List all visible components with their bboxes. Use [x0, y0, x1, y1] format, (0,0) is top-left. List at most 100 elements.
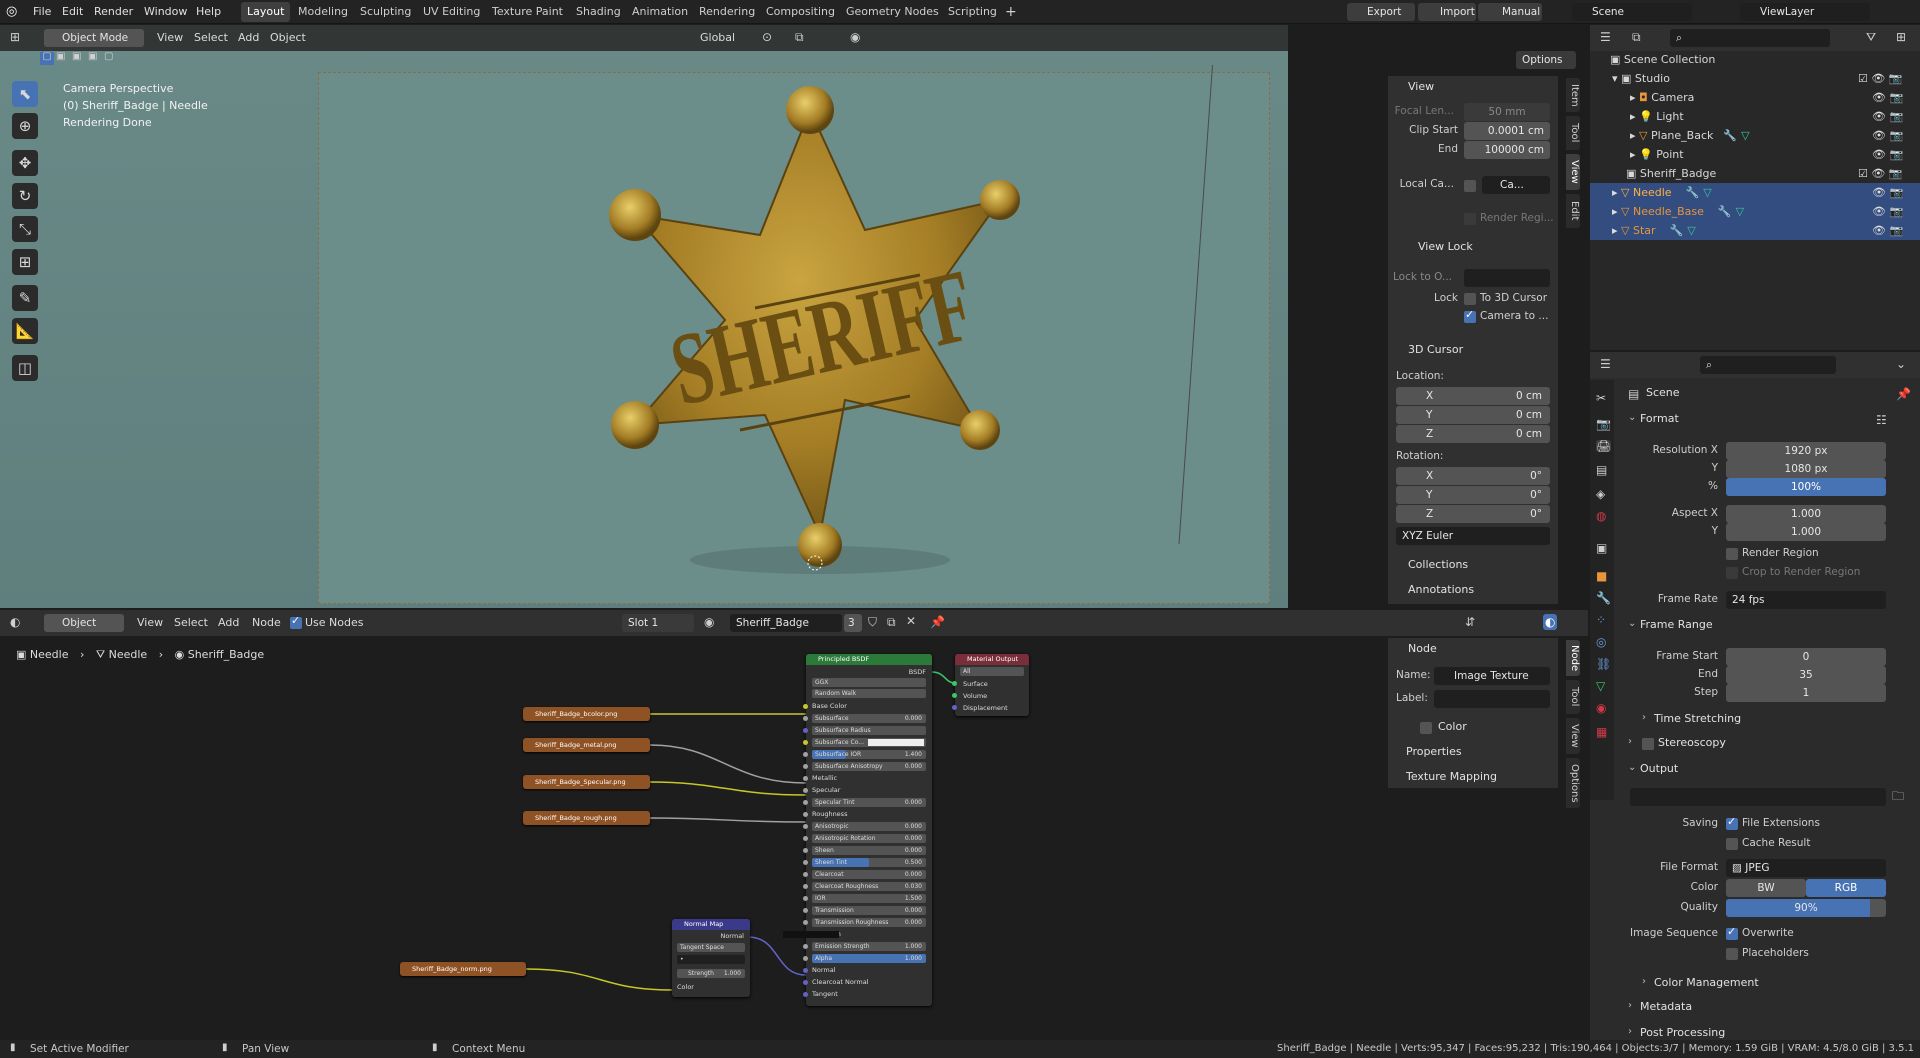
cursor-tool[interactable]: ⊕: [12, 113, 38, 139]
bsdf-input-socket[interactable]: [803, 992, 808, 997]
cursor-rot-y[interactable]: Y 0°: [1396, 486, 1550, 504]
bsdf-input-row[interactable]: Clearcoat Normal: [812, 978, 869, 986]
expand-icon[interactable]: ▸: [1612, 224, 1621, 237]
sidebar-tab-edit[interactable]: Edit: [1566, 194, 1580, 228]
node-color-checkbox[interactable]: [1420, 722, 1432, 734]
format-panel[interactable]: Format: [1640, 412, 1679, 425]
annotations-panel[interactable]: Annotations: [1408, 583, 1474, 596]
stereoscopy-arrow-icon[interactable]: ›: [1628, 736, 1632, 747]
placeholders-checkbox[interactable]: [1726, 948, 1738, 960]
row-visibility-toggles[interactable]: 👁 📷: [1858, 145, 1918, 164]
outliner-row-scene-collection[interactable]: ▣ Scene Collection: [1590, 50, 1920, 69]
local-camera-field[interactable]: Ca...: [1482, 176, 1550, 194]
local-camera-checkbox[interactable]: [1464, 180, 1476, 192]
bsdf-input-socket[interactable]: [803, 812, 808, 817]
material-output-node[interactable]: Material Output All Surface Volume Displ…: [952, 654, 1029, 716]
normal-map-node[interactable]: Normal Map Normal Tangent Space • Streng…: [672, 919, 750, 997]
frame-range-panel[interactable]: Frame Range: [1640, 618, 1713, 631]
bsdf-input-socket[interactable]: [803, 776, 808, 781]
bsdf-input-row[interactable]: Subsurface Radius: [812, 726, 926, 735]
snap-icon[interactable]: ⧉: [795, 31, 804, 43]
bsdf-input-row[interactable]: Roughness: [812, 810, 847, 818]
node-properties-panel[interactable]: Properties: [1406, 745, 1462, 758]
bsdf-input-row[interactable]: Emission: [782, 930, 841, 938]
tab-geometry-nodes[interactable]: Geometry Nodes: [840, 2, 945, 22]
bsdf-input-socket[interactable]: [803, 800, 808, 805]
select-intersect-icon[interactable]: ▢: [104, 52, 113, 62]
resolution-y-field[interactable]: 1080 px: [1726, 460, 1886, 478]
frame-range-arrow-icon[interactable]: ⌄: [1628, 618, 1636, 629]
color-management-panel[interactable]: Color Management: [1654, 976, 1759, 989]
cursor-loc-z[interactable]: Z 0 cm: [1396, 425, 1550, 443]
clip-start-field[interactable]: 0.0001 cm: [1464, 122, 1550, 140]
filter-icon[interactable]: ⛛: [1866, 31, 1876, 43]
image-texture-node-rough[interactable]: Sheriff_Badge_rough.png: [523, 811, 650, 825]
node-name-field[interactable]: Image Texture: [1434, 667, 1550, 685]
expand-icon[interactable]: ▸: [1612, 205, 1621, 218]
bsdf-input-row[interactable]: Transmission 0.000: [812, 906, 926, 915]
bsdf-input-row[interactable]: Transmission Roughness 0.000: [812, 918, 926, 927]
output-target[interactable]: All: [960, 667, 1024, 676]
bsdf-input-row[interactable]: Sheen Tint 0.500: [812, 858, 926, 867]
output-socket[interactable]: [952, 681, 957, 686]
output-socket[interactable]: [952, 693, 957, 698]
bsdf-input-row[interactable]: Anisotropic 0.000: [812, 822, 926, 831]
color-bw-button[interactable]: BW: [1726, 879, 1806, 897]
normal-map-strength[interactable]: Strength 1.000: [677, 969, 745, 978]
node-snap-icon[interactable]: ⇵: [1465, 616, 1475, 628]
object-tab-icon[interactable]: ■: [1596, 570, 1607, 582]
node-tab-node[interactable]: Node: [1566, 640, 1580, 676]
node-color-panel[interactable]: Color: [1438, 720, 1467, 733]
camera-to-view-checkbox[interactable]: [1464, 308, 1476, 323]
import-button[interactable]: Import: [1418, 3, 1476, 21]
metadata-arrow-icon[interactable]: ›: [1628, 1000, 1632, 1011]
sidebar-tab-tool[interactable]: Tool: [1566, 116, 1580, 150]
menu-edit[interactable]: Edit: [62, 0, 83, 24]
particles-tab-icon[interactable]: ⁘: [1596, 614, 1606, 626]
viewport-menu-select[interactable]: Select: [194, 29, 228, 47]
output-panel[interactable]: Output: [1640, 762, 1678, 775]
physics-tab-icon[interactable]: ◎: [1596, 636, 1606, 648]
output-tab-icon[interactable]: 🖨: [1596, 440, 1612, 452]
post-arrow-icon[interactable]: ›: [1628, 1026, 1632, 1037]
row-visibility-toggles[interactable]: 👁 📷: [1858, 221, 1918, 240]
cursor-loc-y[interactable]: Y 0 cm: [1396, 406, 1550, 424]
proportional-edit-icon[interactable]: ◉: [850, 31, 860, 43]
expand-icon[interactable]: ▸: [1630, 91, 1639, 104]
scene-selector[interactable]: Scene: [1572, 3, 1692, 21]
properties-type-icon[interactable]: ☰: [1600, 358, 1611, 370]
view-panel-title[interactable]: View: [1408, 80, 1434, 93]
sidebar-tab-view[interactable]: View: [1566, 154, 1580, 190]
new-collection-icon[interactable]: ⊞: [1896, 31, 1906, 43]
bsdf-input-socket[interactable]: [803, 764, 808, 769]
add-cube-tool[interactable]: ◫: [12, 355, 38, 381]
options-button[interactable]: Options: [1516, 51, 1576, 69]
bsdf-input-socket[interactable]: [803, 980, 808, 985]
bsdf-input-socket[interactable]: [803, 956, 808, 961]
expand-icon[interactable]: ▸: [1630, 110, 1639, 123]
rotate-tool[interactable]: ↻: [12, 183, 38, 209]
bsdf-input-socket[interactable]: [803, 836, 808, 841]
menu-window[interactable]: Window: [144, 0, 187, 24]
row-visibility-toggles[interactable]: ☑ 👁 📷: [1858, 164, 1918, 183]
resolution-x-field[interactable]: 1920 px: [1726, 442, 1886, 460]
properties-options-icon[interactable]: ⌄: [1896, 358, 1906, 370]
scale-tool[interactable]: ⤡: [12, 216, 38, 242]
frame-rate-dropdown[interactable]: 24 fps: [1726, 591, 1886, 609]
output-arrow-icon[interactable]: ⌄: [1628, 762, 1636, 773]
node-tab-options[interactable]: Options: [1566, 758, 1580, 808]
row-visibility-toggles[interactable]: 👁 📷: [1858, 88, 1918, 107]
normal-map-uv[interactable]: •: [677, 955, 745, 964]
bsdf-sss-method[interactable]: Random Walk: [812, 689, 926, 698]
aspect-y-field[interactable]: 1.000: [1726, 523, 1886, 541]
bsdf-input-socket[interactable]: [803, 872, 808, 877]
tab-scripting[interactable]: Scripting: [942, 2, 1003, 22]
viewport-menu-add[interactable]: Add: [238, 29, 259, 47]
bsdf-input-row[interactable]: Subsurface Co...: [812, 738, 926, 747]
bsdf-input-socket[interactable]: [803, 824, 808, 829]
frame-end-field[interactable]: 35: [1726, 666, 1886, 684]
bsdf-distribution[interactable]: GGX: [812, 678, 926, 687]
cursor-loc-x[interactable]: X 0 cm: [1396, 387, 1550, 405]
color-rgb-button[interactable]: RGB: [1806, 879, 1886, 897]
clip-end-field[interactable]: 100000 cm: [1464, 141, 1550, 159]
